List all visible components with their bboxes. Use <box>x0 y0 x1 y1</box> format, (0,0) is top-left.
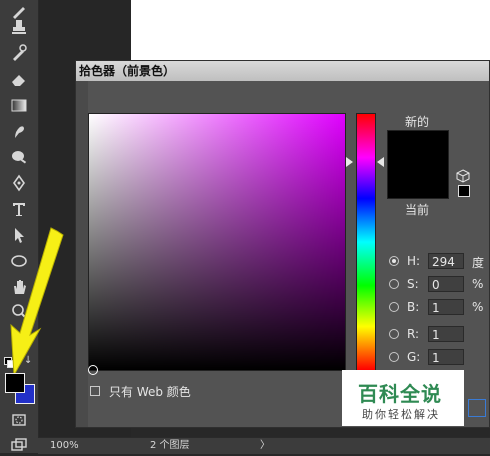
hue-slider[interactable] <box>356 113 376 371</box>
s-label: S: <box>407 277 419 291</box>
dodge-icon[interactable] <box>5 146 33 168</box>
h-input[interactable]: 294 <box>428 253 464 269</box>
stamp-icon[interactable] <box>5 16 33 38</box>
out-of-web-gamut-icon[interactable] <box>456 169 470 183</box>
hex-field-edge[interactable] <box>468 399 486 417</box>
g-input[interactable]: 1 <box>428 349 464 365</box>
web-colors-only-label: 只有 Web 颜色 <box>109 385 191 399</box>
b-radio[interactable] <box>389 302 399 312</box>
current-color-swatch[interactable] <box>387 166 449 199</box>
color-field-marker[interactable] <box>88 365 98 375</box>
web-safe-color-swatch[interactable] <box>458 185 470 197</box>
s-radio[interactable] <box>389 279 399 289</box>
g-radio[interactable] <box>389 352 399 362</box>
quick-mask-icon[interactable] <box>5 409 33 431</box>
document-canvas <box>131 0 490 60</box>
dialog-title: 拾色器（前景色） <box>76 61 489 81</box>
watermark-subtitle: 助你轻松解决 <box>362 408 440 421</box>
color-field[interactable] <box>88 113 346 371</box>
layer-count: 2 个图层 <box>150 440 190 451</box>
pen-icon[interactable] <box>5 172 33 194</box>
h-radio[interactable] <box>389 256 399 266</box>
annotation-arrow <box>10 227 64 377</box>
watermark-logo: 百科全说 助你轻松解决 <box>342 370 464 426</box>
status-menu-arrow[interactable]: 〉 <box>260 438 270 454</box>
foreground-color-swatch[interactable] <box>5 373 25 393</box>
watermark-title: 百科全说 <box>358 382 442 406</box>
history-brush-icon[interactable] <box>5 42 33 64</box>
new-color-label: 新的 <box>405 115 430 129</box>
gradient-icon[interactable] <box>5 94 33 116</box>
g-label: G: <box>407 350 421 364</box>
web-colors-only-checkbox[interactable] <box>90 386 100 396</box>
type-icon[interactable] <box>5 198 33 220</box>
zoom-level[interactable]: 100% <box>50 438 79 454</box>
b-input[interactable]: 1 <box>428 299 464 315</box>
hue-slider-right-handle[interactable] <box>377 157 384 167</box>
eraser-icon[interactable] <box>5 68 33 90</box>
h-unit: 度 <box>472 256 485 270</box>
smudge-icon[interactable] <box>5 120 33 142</box>
hue-slider-left-handle[interactable] <box>346 157 353 167</box>
h-label: H: <box>407 254 421 268</box>
b-label: B: <box>407 300 420 314</box>
r-label: R: <box>407 327 420 341</box>
r-input[interactable]: 1 <box>428 326 464 342</box>
b-unit: % <box>472 300 484 314</box>
r-radio[interactable] <box>389 329 399 339</box>
s-unit: % <box>472 277 484 291</box>
status-bar: 100% 2 个图层 〉 <box>38 437 490 454</box>
current-color-label: 当前 <box>405 203 430 217</box>
new-color-swatch <box>387 130 449 167</box>
s-input[interactable]: 0 <box>428 276 464 292</box>
